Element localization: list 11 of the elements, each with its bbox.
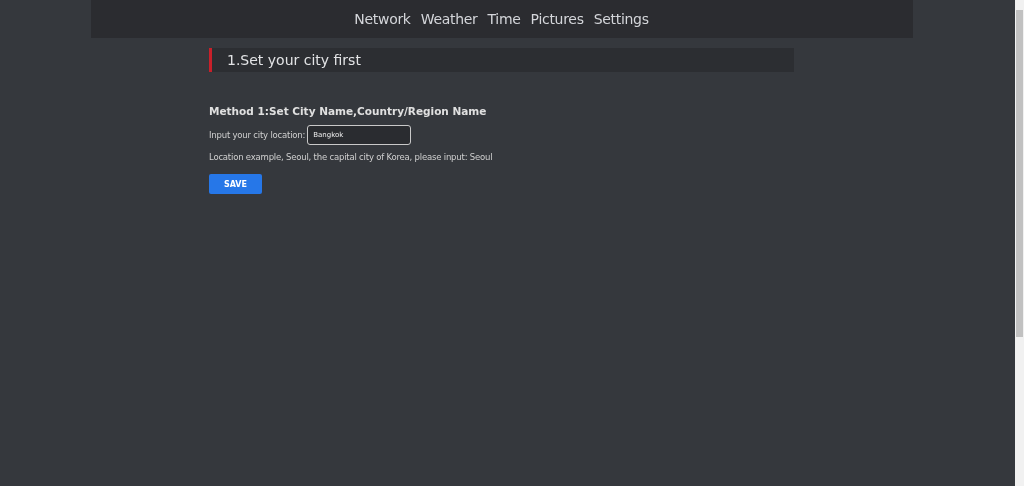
example-text: Location example, Seoul, the capital city of Korea, please input: Seoul <box>209 152 494 162</box>
method-heading: Method 1:Set City Name,Country/Region Name <box>209 105 488 117</box>
save-button[interactable]: SAVE <box>209 174 262 194</box>
city-label: Input your city location: <box>209 130 306 140</box>
nav-link[interactable]: Pictures <box>525 0 589 38</box>
nav-link[interactable]: Weather <box>415 0 483 38</box>
nav-link[interactable]: Network <box>349 0 416 38</box>
nav-link[interactable]: Settings <box>588 0 654 38</box>
scrollbar-thumb[interactable] <box>1016 10 1023 337</box>
nav-link[interactable]: Time <box>482 0 526 38</box>
section-title: 1.Set your city first <box>227 52 361 68</box>
